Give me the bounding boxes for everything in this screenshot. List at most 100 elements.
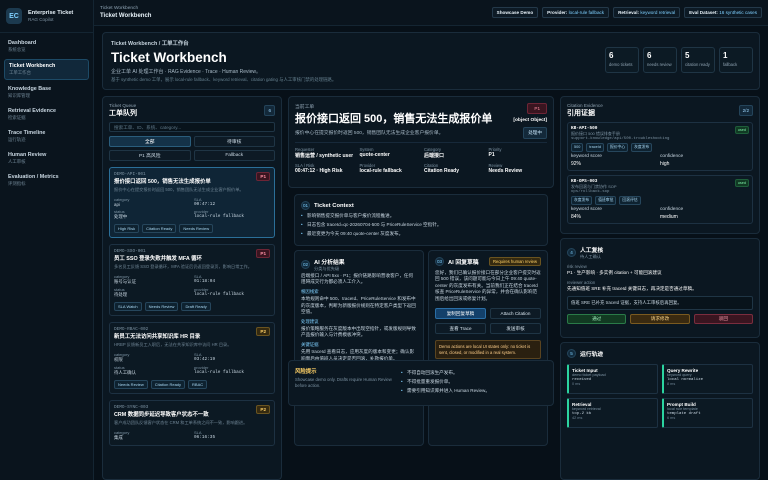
sidebar-item-dashboard[interactable]: Dashboard 系统总览 xyxy=(4,37,89,56)
sidebar-item-sub: 系统总览 xyxy=(8,47,26,52)
ticket-id: DEMO-API-001 xyxy=(114,172,146,177)
pill-key: Retrieval: xyxy=(618,10,640,15)
section-number: 5 xyxy=(567,349,576,358)
send-review-button[interactable]: 发送审核 xyxy=(490,323,541,335)
view-trace-button[interactable]: 查看 Trace xyxy=(435,323,486,335)
filter-p1-high-risk[interactable]: P1 高风险 xyxy=(109,150,191,161)
citation-tag: 灰度发布 xyxy=(571,196,593,205)
retrieval-pill: Retrieval: keyword retrieval xyxy=(613,7,681,18)
trace-ms: 6 ms xyxy=(667,416,676,420)
ticket-tag: Citation Ready xyxy=(150,380,186,389)
ticket-card[interactable]: DEMO-SYNC-003 P2 CRM 数据同步延迟导致客户状态不一致 客户成… xyxy=(109,400,275,446)
context-item: 影响销售提交报价单与客户报价流程推进。 xyxy=(301,213,541,219)
ticket-tag: Needs Review xyxy=(144,302,179,311)
field-value: 销售运营 / synthetic user xyxy=(295,153,354,159)
demo-warning: Demo actions are local UI states only: n… xyxy=(435,340,541,360)
trace-sub: demo ticket payload xyxy=(572,373,606,377)
score-label: keyword score xyxy=(571,154,602,159)
sidebar-item-label: Trace Timeline xyxy=(8,130,46,136)
ticket-category: 集成 xyxy=(114,435,123,440)
review-note-input[interactable]: 值班 SRE 已补充 traceId 证据，支持人工审核后再回复。 xyxy=(567,296,753,310)
citation-source: ops/rollback-sop xyxy=(571,190,610,194)
queue-count-badge: 6 xyxy=(264,105,275,116)
risk-item: 不得批量重发报价单。 xyxy=(401,379,549,385)
field-value: 后端接口 xyxy=(424,153,445,159)
trace-step[interactable]: Retrieval keyword retrieval top-2 kb 42 ms xyxy=(567,398,658,428)
citation-item[interactable]: used KB-OPS-003 发布回滚与门禁协作 SOP ops/rollba… xyxy=(567,175,753,224)
brand-logo: EC xyxy=(6,8,22,24)
detail-title: 报价接口返回 500，销售无法生成报价单 xyxy=(295,113,493,125)
ticket-tag: Needs Review xyxy=(114,380,148,389)
risk-panel: 风险提示 Showcase demo only. Drafts require … xyxy=(288,360,554,406)
attach-citation-button[interactable]: Attach Citation xyxy=(490,308,541,320)
metric-value: 6 xyxy=(609,51,614,60)
ai-block-value: 本地规则命中 500、traceId、PriceRuleService 和发布中… xyxy=(301,296,416,314)
field-value: Needs Review xyxy=(488,168,523,174)
field-value: quote-center xyxy=(359,152,390,158)
risk-item: 不得自动回滚生产发布。 xyxy=(401,370,549,376)
section-number: 03 xyxy=(435,257,444,266)
used-badge: used xyxy=(734,179,749,187)
ticket-category: 账号与认证 xyxy=(114,279,136,284)
ticket-title: CRM 数据同步延迟导致客户状态不一致 xyxy=(114,412,209,418)
approve-button[interactable]: 通过 xyxy=(567,314,627,324)
brand: EC Enterprise Ticket RAG Copilot xyxy=(0,0,93,33)
queue-search-input[interactable]: 搜索工单、ID、系统、category... xyxy=(109,122,275,132)
filter-fallback[interactable]: Fallback xyxy=(193,150,275,161)
filter-needs-review[interactable]: 待审核 xyxy=(193,136,275,147)
trace-step[interactable]: Ticket Input demo ticket payload received 0… xyxy=(567,364,658,394)
page-note: 基于 synthetic demo 工单，展示 local-rule fallb… xyxy=(111,77,337,82)
context-item: 日志包含 traceId=qc-20260704-500 与 PriceRule… xyxy=(301,222,541,228)
sidebar-item-evaluation[interactable]: Evaluation / Metrics 评测指标 xyxy=(4,171,89,190)
detail-state-badge: 处理中 xyxy=(523,127,547,139)
trace-step[interactable]: Query Rewrite keyword query local normaliz… xyxy=(662,364,753,394)
filter-all[interactable]: 全部 xyxy=(109,136,191,147)
detail-priority-badge: P1 xyxy=(527,103,547,114)
metric-label: demo tickets xyxy=(609,62,633,67)
ticket-status: 待人工确认 xyxy=(114,370,136,375)
trace-step[interactable]: Prompt Build local rule template template … xyxy=(662,398,753,428)
sidebar-item-knowledge-base[interactable]: Knowledge Base 知识库管理 xyxy=(4,83,89,102)
ticket-detail: 当前工单 报价接口返回 500，销售无法生成报价单 报价中心在提交报价时返回 5… xyxy=(288,96,554,480)
breadcrumb: Ticket Workbench / 工单工作台 xyxy=(111,41,189,47)
ticket-tag: Needs Review xyxy=(179,224,214,233)
copy-draft-button[interactable]: 复制回复草稿 xyxy=(435,308,486,320)
reject-button[interactable]: 驳回 xyxy=(693,314,753,324)
review-value: P1 · 生产影响 · 多实例 citation + 可能回滚建议 xyxy=(567,270,662,275)
metric-label: citation ready xyxy=(685,62,710,67)
metric-value: 6 xyxy=(647,51,652,60)
pill-value: 16 synthetic cases xyxy=(719,10,757,15)
sidebar-item-human-review[interactable]: Human Review 人工审核 xyxy=(4,149,89,168)
trace-sub: keyword retrieval xyxy=(572,407,601,411)
sidebar-item-sub: 检索证据 xyxy=(8,115,26,120)
ticket-title: 员工 SSO 登录失败并触发 MFA 循环 xyxy=(114,256,202,262)
pill-value: keyword retrieval xyxy=(640,10,676,15)
detail-risk: [object Object] xyxy=(513,118,547,123)
sidebar-item-trace-timeline[interactable]: Trace Timeline 运行轨迹 xyxy=(4,127,89,146)
section-title: AI 分析结果 xyxy=(314,260,345,266)
showcase-demo-pill: Showcase Demo xyxy=(491,7,539,18)
sidebar-item-label: Dashboard xyxy=(8,40,37,46)
section-number: 01 xyxy=(301,201,310,210)
ticket-card[interactable]: DEMO-API-001 P1 报价接口返回 500，销售无法生成报价单 报价中… xyxy=(109,167,275,238)
section-number: 02 xyxy=(301,260,310,269)
ai-block-key: 根因线索 xyxy=(301,289,319,295)
sidebar-item-ticket-workbench[interactable]: Ticket Workbench 工单工作台 xyxy=(4,59,89,80)
ticket-card[interactable]: DEMO-SSO-001 P1 员工 SSO 登录失败并触发 MFA 循环 多名… xyxy=(109,244,275,316)
pill-value: local-rule fallback xyxy=(568,10,605,15)
citation-count-badge: 2/2 xyxy=(738,105,753,116)
field-value: P1 xyxy=(488,152,495,158)
ticket-tag: Citation Ready xyxy=(142,224,177,233)
ticket-sla: 01:18:04 xyxy=(194,279,216,284)
citation-tag: 500 xyxy=(571,143,584,152)
ticket-card[interactable]: DEMO-RBAC-002 P2 新员工无法访问共享知识库 HR 目录 HRBP… xyxy=(109,322,275,394)
sidebar-item-retrieval-evidence[interactable]: Retrieval Evidence 检索证据 xyxy=(4,105,89,124)
citation-item[interactable]: used KB-API-500 报价接口 500 错误排查手册 support-… xyxy=(567,122,753,171)
citation-tag: 灰度发布 xyxy=(631,143,653,152)
ticket-context: 01 Ticket Context 影响销售提交报价单与客户报价流程推进。 日志包… xyxy=(294,194,548,246)
sidebar-item-label: Evaluation / Metrics xyxy=(8,174,59,180)
sidebar: EC Enterprise Ticket RAG Copilot Dashboa… xyxy=(0,0,94,480)
request-changes-button[interactable]: 请求修改 xyxy=(630,314,690,324)
pill-key: Eval Dataset: xyxy=(689,10,718,15)
detail-desc: 报价中心在提交报价时返回 500，销售团队无法生成企业客户报价单。 xyxy=(295,131,444,136)
